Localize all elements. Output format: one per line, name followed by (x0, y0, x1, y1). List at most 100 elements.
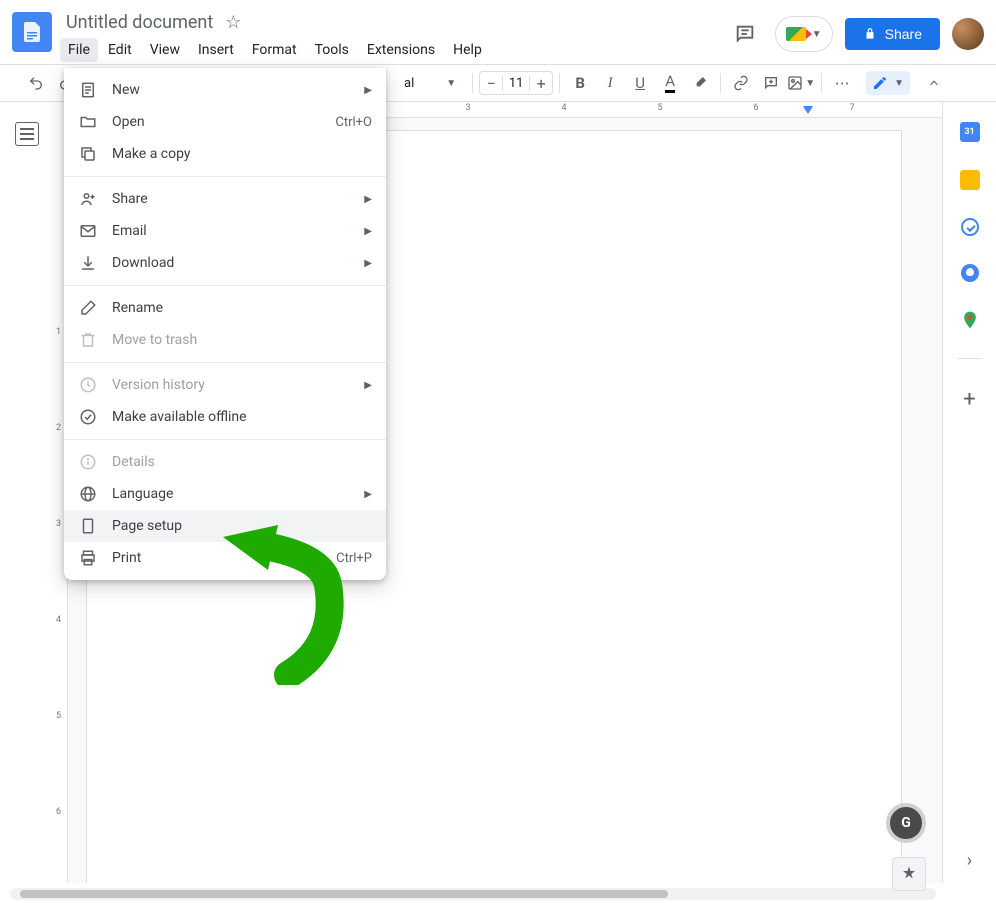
underline-button[interactable]: U (626, 69, 654, 97)
submenu-arrow-icon: ▶ (364, 380, 372, 391)
menu-page-setup[interactable]: Page setup (64, 510, 386, 542)
link-button[interactable] (727, 69, 755, 97)
menu-label: Language (112, 486, 356, 502)
menu-share[interactable]: Share ▶ (64, 183, 386, 215)
font-size-control: − 11 + (479, 71, 553, 95)
file-menu-dropdown: New ▶ Open Ctrl+O Make a copy Share ▶ Em… (64, 68, 386, 580)
contacts-icon[interactable] (961, 264, 979, 282)
docs-logo[interactable] (12, 12, 52, 52)
meet-button[interactable]: ▼ (775, 16, 833, 52)
font-size-value[interactable]: 11 (502, 76, 530, 91)
menu-help[interactable]: Help (445, 38, 490, 62)
menu-view[interactable]: View (142, 38, 188, 62)
menu-extensions[interactable]: Extensions (359, 38, 443, 62)
menu-bar: File Edit View Insert Format Tools Exten… (60, 38, 727, 62)
caret-down-icon: ▼ (812, 29, 822, 40)
pencil-icon (872, 75, 888, 91)
keep-icon[interactable] (960, 170, 980, 190)
ruler-tick: 6 (753, 103, 758, 113)
comments-icon[interactable] (727, 16, 763, 52)
menu-tools[interactable]: Tools (307, 38, 357, 62)
menu-label: Email (112, 223, 356, 239)
menu-trash: Move to trash (64, 324, 386, 356)
menu-label: Page setup (112, 518, 372, 534)
document-icon (78, 80, 98, 100)
ruler-tick: 5 (56, 711, 61, 721)
add-addon-button[interactable]: + (963, 387, 975, 412)
page-icon (78, 516, 98, 536)
menu-make-copy[interactable]: Make a copy (64, 138, 386, 170)
side-panel: + › (942, 102, 996, 883)
submenu-arrow-icon: ▶ (364, 489, 372, 500)
user-avatar[interactable] (952, 18, 984, 50)
calendar-icon[interactable] (960, 122, 980, 142)
menu-language[interactable]: Language ▶ (64, 478, 386, 510)
menu-label: Download (112, 255, 356, 271)
menu-label: Open (112, 114, 335, 130)
undo-button[interactable] (22, 69, 50, 97)
menu-label: Print (112, 550, 336, 566)
folder-icon (78, 112, 98, 132)
menu-shortcut: Ctrl+P (336, 551, 372, 566)
email-icon (78, 221, 98, 241)
menu-label: Make a copy (112, 146, 372, 162)
collapse-toolbar-button[interactable] (920, 69, 948, 97)
menu-file[interactable]: File (60, 38, 98, 62)
ruler-tick: 2 (56, 423, 61, 433)
menu-insert[interactable]: Insert (190, 38, 242, 62)
meet-icon (786, 27, 806, 41)
ruler-tick: 1 (56, 327, 61, 337)
menu-label: Share (112, 191, 356, 207)
menu-rename[interactable]: Rename (64, 292, 386, 324)
menu-label: Make available offline (112, 409, 372, 425)
ruler-tick: 3 (56, 519, 61, 529)
bold-button[interactable]: B (566, 69, 594, 97)
style-dropdown-text[interactable]: al (404, 76, 414, 91)
maps-icon[interactable] (960, 310, 980, 330)
increase-font-button[interactable]: + (530, 74, 552, 93)
editing-mode-button[interactable]: ▼ (866, 71, 910, 95)
ruler-tick: 5 (657, 103, 662, 113)
print-icon (78, 548, 98, 568)
decrease-font-button[interactable]: − (480, 74, 502, 93)
star-icon[interactable]: ☆ (225, 12, 241, 33)
share-button[interactable]: Share (845, 18, 940, 50)
text-color-button[interactable]: A (656, 69, 684, 97)
person-add-icon (78, 189, 98, 209)
more-button[interactable]: ⋯ (828, 69, 856, 97)
document-title[interactable]: Untitled document (60, 10, 219, 35)
hide-side-panel-button[interactable]: › (967, 850, 972, 871)
download-icon (78, 253, 98, 273)
caret-down-icon[interactable]: ▼ (446, 78, 456, 89)
menu-shortcut: Ctrl+O (335, 115, 372, 130)
menu-open[interactable]: Open Ctrl+O (64, 106, 386, 138)
menu-download[interactable]: Download ▶ (64, 247, 386, 279)
explore-button[interactable] (892, 857, 926, 891)
menu-print[interactable]: Print Ctrl+P (64, 542, 386, 574)
comment-button[interactable] (757, 69, 785, 97)
submenu-arrow-icon: ▶ (364, 258, 372, 269)
offline-icon (78, 407, 98, 427)
horizontal-scrollbar[interactable] (10, 888, 936, 900)
menu-email[interactable]: Email ▶ (64, 215, 386, 247)
right-indent-marker[interactable] (803, 106, 813, 114)
menu-label: Rename (112, 300, 372, 316)
info-icon (78, 452, 98, 472)
ruler-tick: 7 (849, 103, 854, 113)
globe-icon (78, 484, 98, 504)
menu-edit[interactable]: Edit (100, 38, 140, 62)
grammarly-badge[interactable]: G (886, 803, 926, 843)
highlight-button[interactable] (686, 69, 714, 97)
italic-button[interactable]: I (596, 69, 624, 97)
ruler-tick: 3 (465, 103, 470, 113)
image-button[interactable]: ▼ (787, 69, 815, 97)
menu-new[interactable]: New ▶ (64, 74, 386, 106)
tasks-icon[interactable] (961, 218, 979, 236)
menu-label: Version history (112, 377, 356, 393)
outline-toggle[interactable] (15, 122, 39, 146)
menu-format[interactable]: Format (244, 38, 305, 62)
ruler-tick: 4 (561, 103, 566, 113)
ruler-tick: 6 (56, 807, 61, 817)
menu-details: Details (64, 446, 386, 478)
menu-offline[interactable]: Make available offline (64, 401, 386, 433)
